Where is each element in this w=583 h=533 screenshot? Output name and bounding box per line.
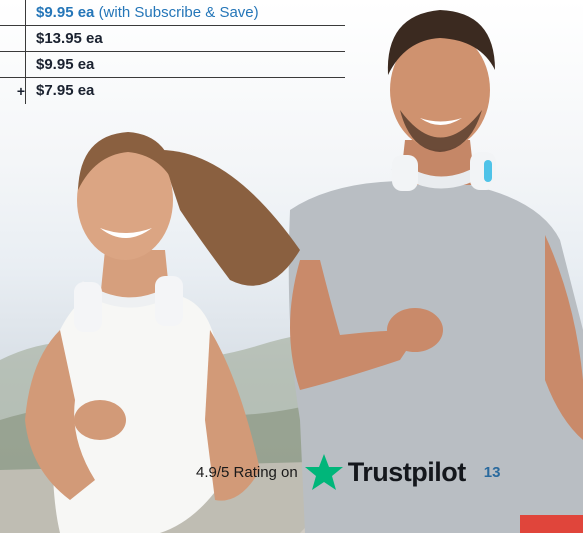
price-value: $7.95 ea xyxy=(36,82,95,99)
star-icon xyxy=(304,454,343,490)
price-note: (with Subscribe & Save) xyxy=(98,4,259,21)
quantity-cell xyxy=(0,26,25,52)
price-cell: $9.95 ea (with Subscribe & Save) xyxy=(36,0,259,26)
column-divider xyxy=(25,26,26,52)
price-row: $13.95 ea xyxy=(0,26,345,52)
price-row: $9.95 ea xyxy=(0,52,345,78)
column-divider xyxy=(25,0,26,26)
price-row: $9.95 ea (with Subscribe & Save) xyxy=(0,0,345,26)
column-divider xyxy=(25,52,26,78)
price-cell: $9.95 ea xyxy=(36,52,94,78)
column-divider xyxy=(25,78,26,104)
page-number: 13 xyxy=(483,463,501,481)
price-row: + $7.95 ea xyxy=(0,78,345,104)
price-cell: $7.95 ea xyxy=(36,78,94,104)
price-value: $13.95 ea xyxy=(36,30,103,47)
quantity-cell xyxy=(0,52,25,78)
price-value: $9.95 ea xyxy=(36,56,95,73)
trustpilot-rating: 4.9/5 Rating on Trustpilot 13 xyxy=(196,452,500,492)
quantity-cell: + xyxy=(16,83,25,99)
price-cell: $13.95 ea xyxy=(36,26,103,52)
rating-text: 4.9/5 Rating on xyxy=(196,463,298,481)
price-table: $9.95 ea (with Subscribe & Save) $13.95 e… xyxy=(0,0,345,104)
trustpilot-logo: Trustpilot xyxy=(347,456,467,487)
price-value: $9.95 ea xyxy=(36,4,95,21)
quantity-cell xyxy=(0,0,25,26)
